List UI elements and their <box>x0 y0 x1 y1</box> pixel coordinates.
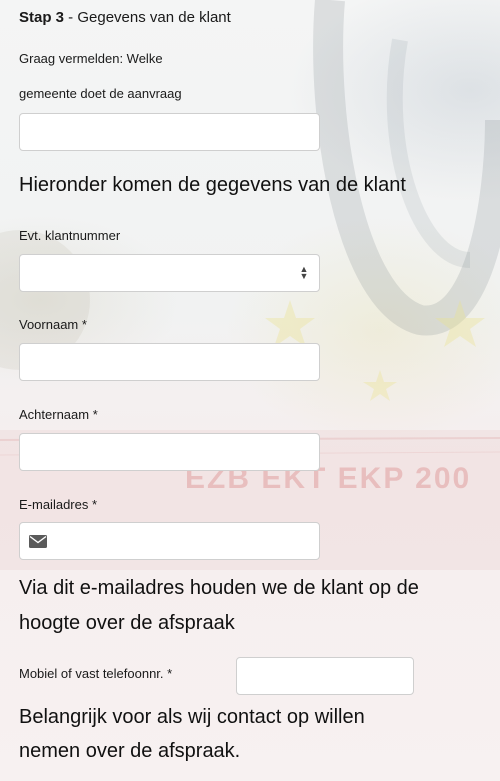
telefoon-note-line2: nemen over de afspraak. <box>19 740 241 762</box>
klantnummer-input[interactable]: ▲ ▼ <box>19 254 320 292</box>
telefoon-label: Mobiel of vast telefoonnr. * <box>19 666 173 681</box>
step-separator: - <box>64 9 78 26</box>
email-note-line2: hoogte over de afspraak <box>19 612 235 634</box>
envelope-icon <box>29 535 47 548</box>
gemeente-label-line2: gemeente doet de aanvraag <box>19 86 182 101</box>
voornaam-input[interactable] <box>19 343 320 381</box>
email-input[interactable] <box>19 522 320 560</box>
gemeente-label-line1: Graag vermelden: Welke <box>19 51 163 66</box>
klantnummer-label: Evt. klantnummer <box>19 228 121 243</box>
telefoon-input[interactable] <box>236 657 414 695</box>
number-stepper[interactable]: ▲ ▼ <box>298 265 310 281</box>
email-label: E-mailadres * <box>19 497 98 512</box>
step-number: Stap 3 <box>19 9 65 26</box>
achternaam-input[interactable] <box>19 433 320 471</box>
gemeente-input[interactable] <box>19 113 320 151</box>
email-note-line1: Via dit e-mailadres houden we de klant o… <box>19 577 419 599</box>
section-heading: Hieronder komen de gegevens van de klant <box>19 174 406 196</box>
form-step-3: Stap 3 - Gegevens van de klant Graag ver… <box>0 0 500 781</box>
step-title-text: Gegevens van de klant <box>77 9 231 26</box>
stepper-down-icon[interactable]: ▼ <box>300 272 309 281</box>
achternaam-label: Achternaam * <box>19 407 98 422</box>
telefoon-note-line1: Belangrijk voor als wij contact op wille… <box>19 706 365 728</box>
voornaam-label: Voornaam * <box>19 317 87 332</box>
step-title: Stap 3 - Gegevens van de klant <box>19 8 231 28</box>
